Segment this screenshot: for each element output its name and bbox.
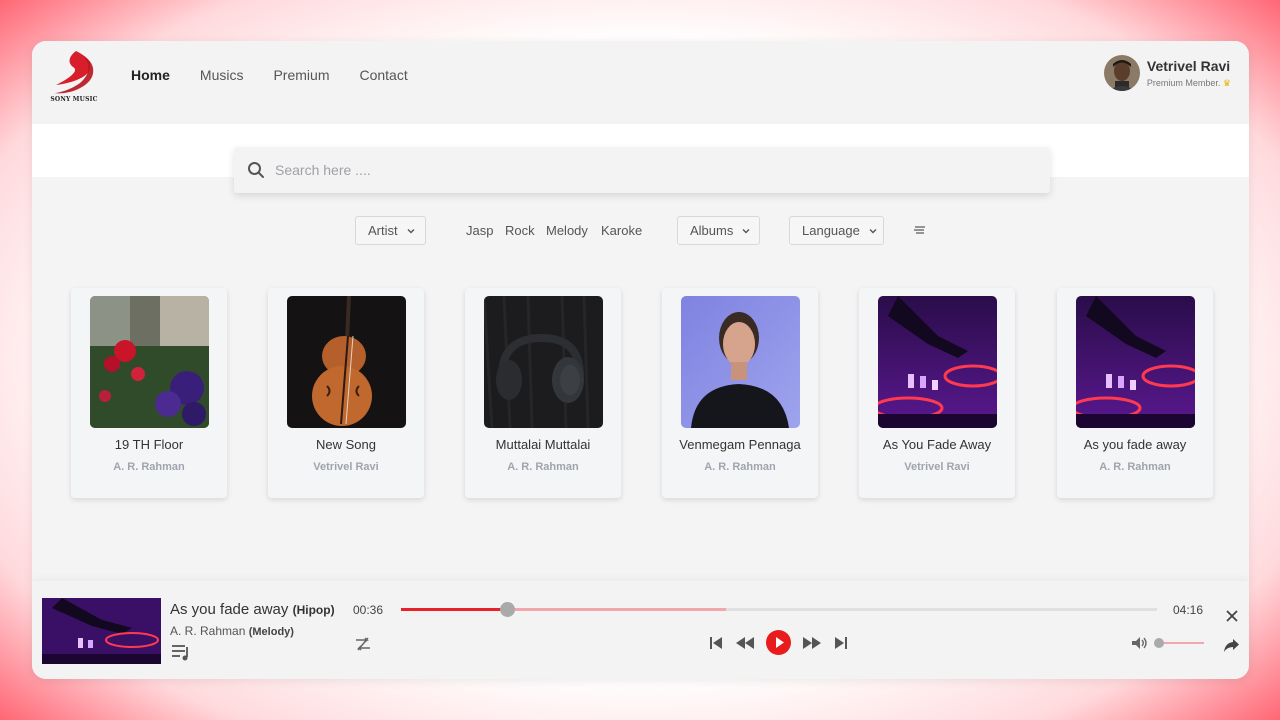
song-card[interactable]: Venmegam Pennaga A. R. Rahman bbox=[662, 288, 818, 498]
now-playing-artist-text: A. R. Rahman bbox=[170, 624, 246, 638]
playlist-icon[interactable] bbox=[171, 643, 191, 661]
nav-musics[interactable]: Musics bbox=[200, 67, 244, 83]
language-dropdown[interactable]: Language bbox=[789, 216, 884, 245]
membership-text: Premium Member. bbox=[1146, 77, 1221, 88]
logo-text: SONY MUSIC bbox=[50, 96, 98, 103]
album-art bbox=[681, 296, 800, 428]
song-artist: Vetrivel Ravi bbox=[313, 461, 379, 473]
nav-premium[interactable]: Premium bbox=[273, 67, 329, 83]
share-icon[interactable] bbox=[1223, 638, 1240, 653]
now-playing-title-text: As you fade away bbox=[170, 601, 289, 618]
artist-dropdown[interactable]: Artist bbox=[355, 216, 426, 245]
seek-handle[interactable] bbox=[499, 602, 515, 617]
song-title: As You Fade Away bbox=[882, 437, 992, 452]
header: SONY MUSIC Home Musics Premium Contact V… bbox=[32, 41, 1249, 124]
song-artist: A. R. Rahman bbox=[1099, 461, 1171, 473]
song-artist: A. R. Rahman bbox=[507, 461, 579, 473]
artist-dropdown-label: Artist bbox=[368, 223, 398, 238]
genre-tag-melody[interactable]: Melody bbox=[546, 223, 588, 238]
volume-handle[interactable] bbox=[1154, 638, 1164, 648]
now-playing-art[interactable] bbox=[42, 598, 161, 664]
volume-slider[interactable] bbox=[1154, 638, 1204, 648]
language-dropdown-label: Language bbox=[802, 223, 860, 238]
song-title: Venmegam Pennaga bbox=[679, 437, 801, 452]
genre-tag-karoke[interactable]: Karoke bbox=[601, 223, 642, 238]
search-bar[interactable] bbox=[234, 147, 1050, 193]
play-button[interactable] bbox=[766, 630, 791, 655]
song-card[interactable]: Muttalai Muttalai A. R. Rahman bbox=[465, 288, 621, 498]
skip-previous-icon[interactable] bbox=[708, 635, 724, 651]
song-card[interactable]: New Song Vetrivel Ravi bbox=[268, 288, 424, 498]
song-card[interactable]: As you fade away A. R. Rahman bbox=[1057, 288, 1213, 498]
volume-icon[interactable] bbox=[1130, 635, 1148, 651]
genre-tag-jasp[interactable]: Jasp bbox=[466, 223, 493, 238]
song-artist: Vetrivel Ravi bbox=[904, 461, 970, 473]
song-card[interactable]: 19 TH Floor A. R. Rahman bbox=[71, 288, 227, 498]
song-card[interactable]: As You Fade Away Vetrivel Ravi bbox=[859, 288, 1015, 498]
song-title: 19 TH Floor bbox=[114, 437, 184, 452]
close-icon[interactable] bbox=[1226, 610, 1238, 622]
song-title: New Song bbox=[316, 437, 376, 452]
now-playing-title: As you fade away (Hipop) bbox=[170, 601, 335, 618]
main-nav: Home Musics Premium Contact bbox=[131, 67, 438, 83]
seek-bar[interactable] bbox=[401, 602, 1157, 617]
now-playing-artist: A. R. Rahman (Melody) bbox=[170, 624, 294, 638]
album-art bbox=[1076, 296, 1195, 428]
user-name: Vetrivel Ravi bbox=[1146, 57, 1231, 74]
avatar[interactable] bbox=[1103, 55, 1140, 91]
nav-home[interactable]: Home bbox=[131, 67, 170, 83]
nav-contact[interactable]: Contact bbox=[359, 67, 407, 83]
user-info: Vetrivel Ravi Premium Member. ♛ bbox=[1147, 58, 1231, 89]
rewind-icon[interactable] bbox=[734, 635, 756, 651]
total-time: 04:16 bbox=[1173, 603, 1204, 617]
albums-dropdown-label: Albums bbox=[690, 223, 734, 238]
user-profile[interactable]: Vetrivel Ravi Premium Member. ♛ bbox=[1103, 55, 1231, 91]
play-icon bbox=[776, 637, 784, 648]
album-art bbox=[90, 296, 209, 428]
chevron-down-icon bbox=[742, 228, 750, 233]
song-title: Muttalai Muttalai bbox=[495, 437, 591, 452]
crown-icon: ♛ bbox=[1222, 77, 1231, 88]
chevron-down-icon bbox=[869, 228, 877, 233]
chevron-down-icon bbox=[407, 228, 415, 233]
song-title: As you fade away bbox=[1083, 437, 1187, 452]
album-art bbox=[878, 296, 997, 428]
fast-forward-icon[interactable] bbox=[801, 635, 823, 651]
skip-next-icon[interactable] bbox=[833, 635, 849, 651]
player-bar: As you fade away (Hipop) A. R. Rahman (M… bbox=[32, 581, 1249, 679]
song-artist: A. R. Rahman bbox=[704, 461, 776, 473]
elapsed-time: 00:36 bbox=[353, 603, 384, 617]
album-art bbox=[287, 296, 406, 428]
progress-fill bbox=[401, 608, 507, 611]
shuffle-icon[interactable] bbox=[354, 636, 372, 652]
filter-bar: Artist Jasp Rock Melody Karoke Albums La… bbox=[32, 216, 1249, 246]
album-art bbox=[484, 296, 603, 428]
now-playing-genre: (Hipop) bbox=[292, 603, 335, 617]
now-playing-album: (Melody) bbox=[248, 626, 294, 638]
sort-icon[interactable] bbox=[913, 224, 927, 236]
search-icon bbox=[248, 162, 264, 178]
genre-tag-rock[interactable]: Rock bbox=[505, 223, 535, 238]
search-input[interactable] bbox=[275, 157, 1015, 183]
albums-dropdown[interactable]: Albums bbox=[677, 216, 760, 245]
app-window: SONY MUSIC Home Musics Premium Contact V… bbox=[32, 41, 1249, 679]
membership-label: Premium Member. ♛ bbox=[1147, 78, 1231, 89]
song-artist: A. R. Rahman bbox=[113, 461, 185, 473]
